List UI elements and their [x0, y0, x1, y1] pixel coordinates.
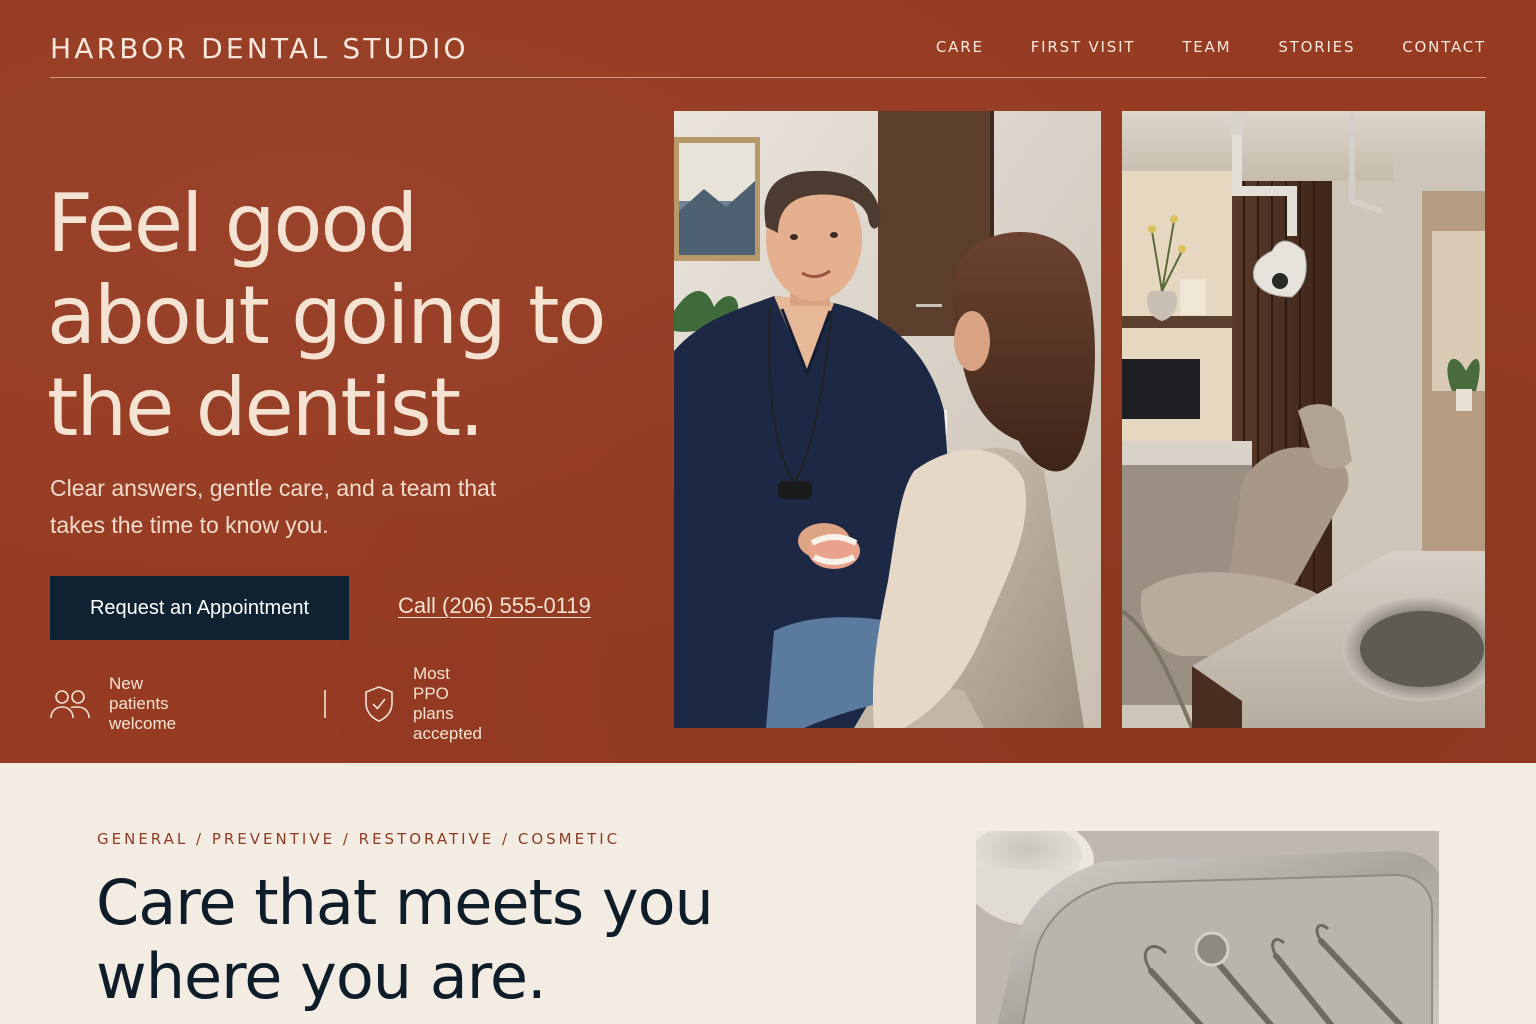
dentist-with-patient-photo: [674, 111, 1101, 728]
call-phone-link[interactable]: Call (206) 555-0119: [398, 593, 591, 619]
nav-link-care[interactable]: CARE: [936, 38, 984, 56]
badge-ppo-plans: Most PPO plans accepted: [363, 664, 482, 743]
site-header: HARBOR DENTAL STUDIO CARE FIRST VISIT TE…: [50, 28, 1486, 78]
treatment-room-photo: [1122, 111, 1485, 728]
main-nav: CARE FIRST VISIT TEAM STORIES CONTACT: [936, 38, 1486, 56]
nav-link-stories[interactable]: STORIES: [1278, 38, 1355, 56]
services-title: Care that meets you where you are.: [96, 866, 714, 1013]
nav-link-team[interactable]: TEAM: [1182, 38, 1231, 56]
nav-link-contact[interactable]: CONTACT: [1402, 38, 1486, 56]
brand-logo[interactable]: HARBOR DENTAL STUDIO: [50, 32, 469, 65]
nav-link-first-visit[interactable]: FIRST VISIT: [1031, 38, 1136, 56]
services-eyebrow: GENERAL / PREVENTIVE / RESTORATIVE / COS…: [97, 830, 621, 848]
badge-ppo-label: Most PPO plans accepted: [413, 664, 482, 743]
request-appointment-button[interactable]: Request an Appointment: [50, 576, 349, 640]
shield-check-icon: [363, 685, 395, 723]
hero-headline: Feel good about going to the dentist.: [47, 177, 606, 454]
people-icon: [50, 688, 90, 720]
hero-section: HARBOR DENTAL STUDIO CARE FIRST VISIT TE…: [0, 0, 1536, 763]
hero-subheading: Clear answers, gentle care, and a team t…: [50, 475, 497, 538]
badge-new-patients-label: New patients welcome: [109, 674, 177, 733]
dental-instruments-tray-photo: [976, 831, 1439, 1024]
badge-new-patients: New patients welcome: [50, 674, 176, 733]
badge-divider: [324, 690, 326, 718]
